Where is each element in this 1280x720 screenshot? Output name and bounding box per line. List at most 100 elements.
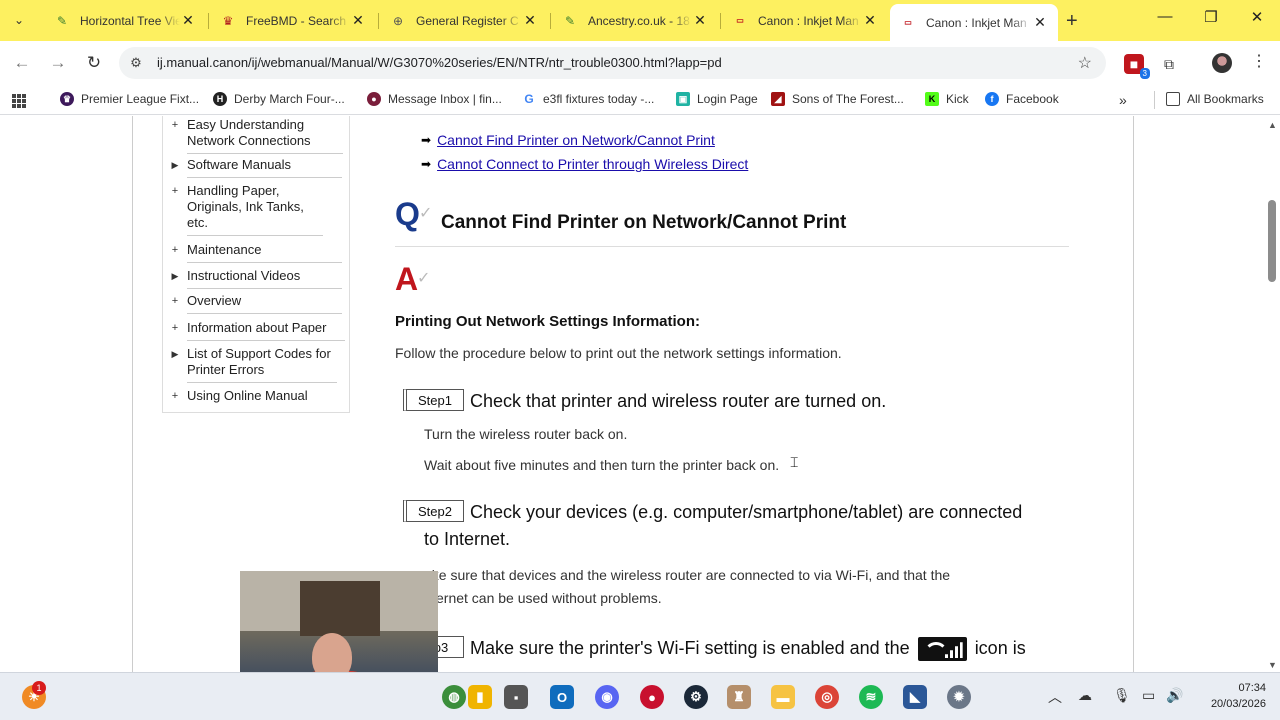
tab-search-chevron-icon[interactable]: ⌄: [8, 9, 30, 31]
sidebar-item-label[interactable]: Overview: [187, 293, 342, 314]
sidebar-item-label[interactable]: List of Support Codes for Printer Errors: [187, 346, 337, 383]
h-icon: H: [213, 92, 227, 106]
bookmark-star-icon[interactable]: ☆: [1078, 53, 1092, 73]
expand-plus-icon[interactable]: +: [163, 117, 187, 154]
scroll-down-icon[interactable]: ▼: [1268, 660, 1277, 670]
bookmark-login-page[interactable]: ▣ Login Page: [676, 92, 758, 106]
editor-app-icon[interactable]: ◣: [903, 685, 927, 709]
sidebar-item-maintenance[interactable]: + Maintenance: [163, 242, 342, 263]
close-icon[interactable]: ✕: [522, 12, 538, 29]
expand-plus-icon[interactable]: +: [163, 183, 187, 236]
new-tab-plus-icon[interactable]: +: [1066, 10, 1078, 33]
link-cannot-find-printer[interactable]: Cannot Find Printer on Network/Cannot Pr…: [437, 132, 715, 148]
restore-icon[interactable]: ❐: [1196, 8, 1226, 26]
files-app-icon[interactable]: ▮: [468, 685, 492, 709]
close-icon[interactable]: ✕: [862, 12, 878, 29]
page-scrollbar[interactable]: ▲ ▼: [1264, 116, 1280, 672]
bookmark-facebook[interactable]: f Facebook: [985, 92, 1059, 106]
window-close-icon[interactable]: ✕: [1242, 8, 1272, 26]
sidebar-item-using-online-manual[interactable]: + Using Online Manual: [163, 388, 342, 404]
sidebar-item-instructional-videos[interactable]: ▶ Instructional Videos: [163, 268, 342, 289]
profile-avatar[interactable]: [1212, 53, 1232, 73]
sidebar-item-label[interactable]: Handling Paper, Originals, Ink Tanks, et…: [187, 183, 323, 236]
bookmark-sons-of-forest[interactable]: ◢ Sons of The Forest...: [771, 92, 904, 106]
scroll-thumb[interactable]: [1268, 200, 1276, 282]
sidebar-item-label[interactable]: Information about Paper: [187, 320, 345, 341]
url-text[interactable]: ij.manual.canon/ij/webmanual/Manual/W/G3…: [157, 55, 722, 70]
forward-arrow-icon[interactable]: →: [47, 52, 69, 74]
all-bookmarks-button[interactable]: All Bookmarks: [1166, 92, 1264, 106]
game-icon[interactable]: ♜: [727, 685, 751, 709]
sidebar-item-information-paper[interactable]: + Information about Paper: [163, 320, 345, 341]
microphone-icon[interactable]: 🎙: [1113, 687, 1131, 704]
extensions-puzzle-icon[interactable]: ⧉: [1159, 54, 1179, 74]
expand-plus-icon[interactable]: +: [163, 293, 187, 314]
sidebar-item-label[interactable]: Easy Understanding Network Connections: [187, 117, 343, 154]
tab-1[interactable]: ♛ FreeBMD - Search ✕: [210, 6, 376, 35]
globe-app-icon[interactable]: ◍: [442, 685, 466, 709]
bookmark-message-inbox[interactable]: ● Message Inbox | fin...: [367, 92, 502, 106]
onedrive-cloud-icon[interactable]: ☁: [1078, 687, 1092, 704]
expand-plus-icon[interactable]: +: [163, 242, 187, 263]
expand-plus-icon[interactable]: +: [163, 388, 187, 404]
bookmark-label: Premier League Fixt...: [81, 92, 200, 106]
tab-4[interactable]: ▭ Canon : Inkjet Man ✕: [722, 6, 888, 35]
bookmark-kick[interactable]: K Kick: [925, 92, 969, 106]
clock-time: 07:34: [1238, 682, 1266, 694]
spotify-icon[interactable]: ≋: [859, 685, 883, 709]
sidebar-item-label[interactable]: Using Online Manual: [187, 388, 342, 404]
terminal-icon[interactable]: ▪: [504, 685, 528, 709]
close-icon[interactable]: ✕: [350, 12, 366, 29]
media-app-icon[interactable]: ●: [640, 685, 664, 709]
volume-icon[interactable]: 🔊: [1166, 687, 1183, 704]
sidebar-item-network-connections[interactable]: + Easy Understanding Network Connections: [163, 117, 343, 154]
bookmark-label: e3fl fixtures today -...: [543, 92, 655, 106]
chrome-icon[interactable]: ◎: [815, 685, 839, 709]
sidebar-item-support-codes[interactable]: ▶ List of Support Codes for Printer Erro…: [163, 346, 337, 383]
extension-icon[interactable]: ■ 3: [1124, 54, 1150, 79]
step-text: ake sure that devices and the wireless r…: [424, 567, 951, 583]
sidebar-item-label[interactable]: Instructional Videos: [187, 268, 342, 289]
tab-0[interactable]: ✎ Horizontal Tree Vie ✕: [44, 6, 206, 35]
sidebar-item-label[interactable]: Software Manuals: [187, 157, 342, 178]
bookmark-e3fl[interactable]: G e3fl fixtures today -...: [522, 92, 654, 106]
site-settings-icon[interactable]: ⚙: [128, 55, 144, 71]
step-2: Step2 Check your devices (e.g. computer/…: [403, 498, 1022, 526]
address-bar[interactable]: ⚙ ij.manual.canon/ij/webmanual/Manual/W/…: [119, 47, 1106, 79]
sidebar-item-overview[interactable]: + Overview: [163, 293, 342, 314]
tab-2[interactable]: ⊕ General Register C ✕: [380, 6, 548, 35]
back-arrow-icon[interactable]: ←: [11, 52, 33, 74]
check-mark-icon: ✓: [417, 270, 431, 287]
scroll-up-icon[interactable]: ▲: [1268, 120, 1277, 130]
intro-text: Follow the procedure below to print out …: [395, 345, 842, 361]
close-icon[interactable]: ✕: [1032, 14, 1048, 31]
menu-kebab-icon[interactable]: ⋮: [1251, 51, 1267, 71]
close-icon[interactable]: ✕: [180, 12, 196, 29]
link-wireless-direct[interactable]: Cannot Connect to Printer through Wirele…: [437, 156, 748, 172]
settings-gear-icon[interactable]: ✹: [947, 685, 971, 709]
network-icon[interactable]: ▭: [1142, 687, 1155, 704]
system-clock[interactable]: 07:34 20/03/2026: [1196, 680, 1266, 712]
tray-chevron-up-icon[interactable]: ︿: [1048, 687, 1062, 707]
close-icon[interactable]: ✕: [692, 12, 708, 29]
tab-3[interactable]: ✎ Ancestry.co.uk - 18 ✕: [552, 6, 718, 35]
extension-badge: 3: [1139, 68, 1150, 79]
steam-icon[interactable]: ⚙: [684, 685, 708, 709]
bookmark-label: Facebook: [1006, 92, 1059, 106]
reload-icon[interactable]: ↻: [83, 52, 105, 74]
outlook-icon[interactable]: O: [550, 685, 574, 709]
sidebar-item-software-manuals[interactable]: ▶ Software Manuals: [163, 157, 342, 178]
expand-plus-icon[interactable]: +: [163, 320, 187, 341]
minimize-icon[interactable]: —: [1150, 8, 1180, 25]
bookmark-derby[interactable]: H Derby March Four-...: [213, 92, 345, 106]
apps-grid-icon[interactable]: [12, 94, 26, 108]
discord-icon[interactable]: ◉: [595, 685, 619, 709]
file-explorer-icon[interactable]: ▬: [771, 685, 795, 709]
bookmarks-overflow-chevron-icon[interactable]: »: [1119, 92, 1127, 108]
tab-title: Canon : Inkjet Man: [926, 15, 1027, 30]
tab-strip: ⌄ ✎ Horizontal Tree Vie ✕ ♛ FreeBMD - Se…: [0, 0, 1280, 41]
sidebar-item-label[interactable]: Maintenance: [187, 242, 342, 263]
sidebar-item-handling-paper[interactable]: + Handling Paper, Originals, Ink Tanks, …: [163, 183, 323, 236]
tab-5-active[interactable]: ▭ Canon : Inkjet Man ✕: [890, 4, 1058, 41]
bookmark-premier-league[interactable]: ♛ Premier League Fixt...: [60, 92, 199, 106]
